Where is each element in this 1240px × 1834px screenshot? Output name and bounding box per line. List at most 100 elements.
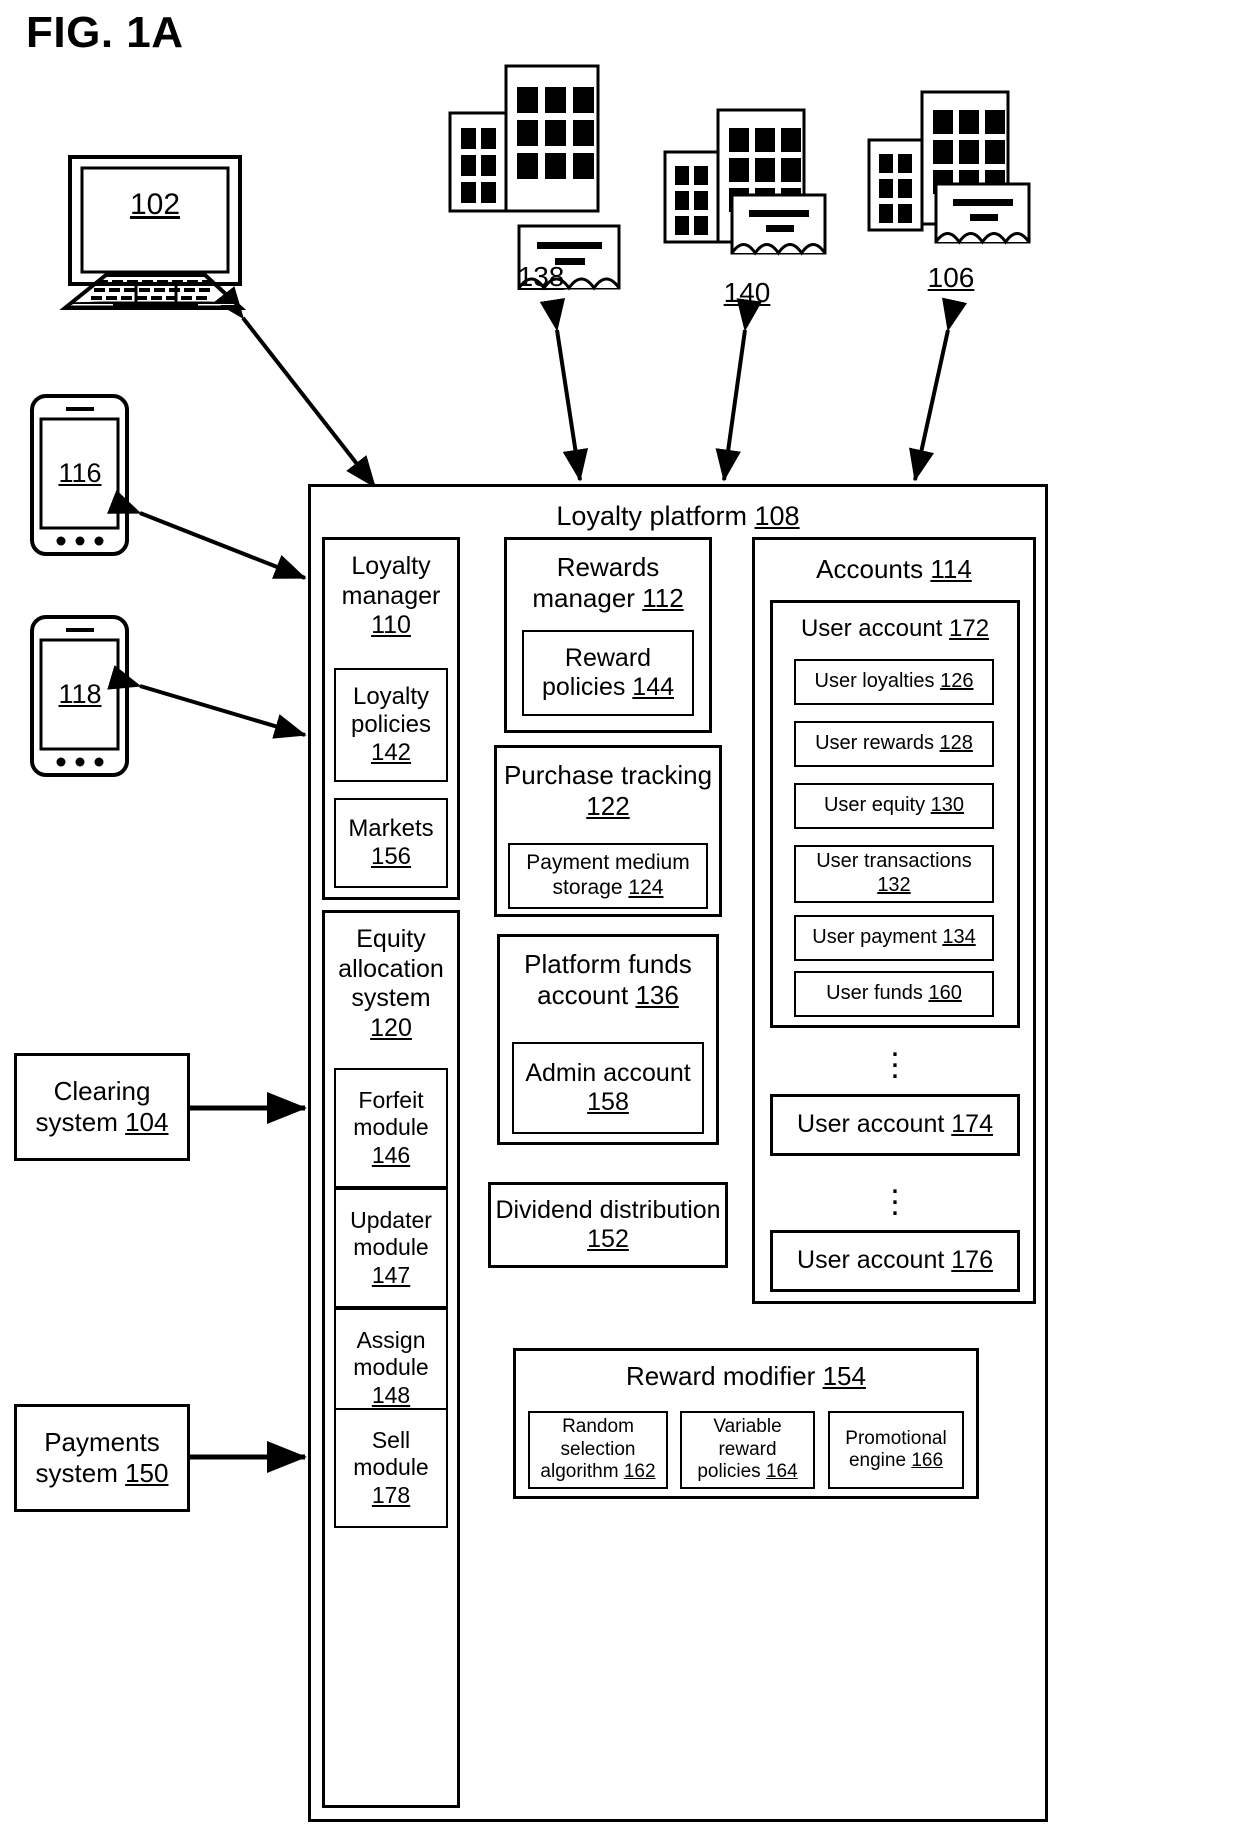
markets-line1: Markets [348,814,434,842]
loyalty-policies-box[interactable]: Loyalty policies 142 [334,668,448,782]
user-payment-box[interactable]: User payment 134 [794,915,994,961]
promotional-engine-ref: 166 [911,1450,944,1471]
user-account-176-title: User account [797,1246,945,1275]
admin-account-box[interactable]: Admin account 158 [512,1042,704,1134]
promotional-engine-box[interactable]: Promotional engine 166 [828,1411,964,1489]
user-funds-ref: 160 [928,982,962,1005]
loyalty-policies-ref: 142 [370,739,412,767]
user-rewards-box[interactable]: User rewards 128 [794,721,994,767]
user-transactions-ref: 132 [877,874,911,896]
purchase-tracking-ref: 122 [586,790,630,821]
user-funds-label: User funds [826,982,923,1005]
loyalty-manager-line2: manager [341,581,441,610]
forfeit-module-box[interactable]: Forfeit module 146 [334,1068,448,1188]
user-payment-ref: 134 [942,926,976,949]
loyalty-platform-ref: 108 [754,501,800,531]
loyalty-manager-ref: 110 [371,611,411,639]
dividend-distribution-box[interactable]: Dividend distribution 152 [488,1182,728,1268]
random-selection-line1: Random [562,1416,634,1438]
payment-medium-storage-line2: storage [552,876,623,899]
sell-module-box[interactable]: Sell module 178 [334,1408,448,1528]
random-selection-algorithm-box[interactable]: Random selection algorithm 162 [528,1411,668,1489]
loyalty-manager-line1: Loyalty [351,552,431,580]
payments-system-label-line1: Payments [44,1427,160,1458]
user-equity-box[interactable]: User equity 130 [794,783,994,829]
sell-module-ref: 178 [371,1481,411,1508]
platform-funds-ref: 136 [635,979,679,1010]
variable-reward-line1: Variable [713,1416,782,1438]
equity-allocation-line2: allocation [338,954,444,983]
accounts-title: Accounts [816,554,924,584]
payments-system-box[interactable]: Payments system 150 [14,1404,190,1512]
user-loyalties-label: User loyalties [814,670,935,693]
updater-module-ref: 147 [371,1261,411,1288]
payment-medium-storage-ref: 124 [628,876,664,899]
variable-reward-line2: reward [718,1438,777,1460]
payment-medium-storage-box[interactable]: Payment medium storage 124 [508,843,708,909]
purchase-tracking-line1: Purchase tracking [503,760,713,790]
sell-module-line2: module [353,1454,429,1481]
user-loyalties-box[interactable]: User loyalties 126 [794,659,994,705]
forfeit-module-line1: Forfeit [358,1087,424,1114]
random-selection-line2: selection [560,1438,636,1460]
user-account-172-ref: 172 [949,615,990,642]
payments-system-ref: 150 [125,1458,169,1488]
reward-policies-box[interactable]: Reward policies 144 [522,630,694,716]
user-rewards-label: User rewards [815,732,934,755]
variable-reward-policies-box[interactable]: Variable reward policies 164 [680,1411,815,1489]
promotional-engine-line2: engine [848,1450,907,1471]
reward-policies-line1: Reward [564,643,652,672]
accounts-ref: 114 [930,554,972,584]
forfeit-module-line2: module [353,1114,429,1141]
phone-118-ref-label: 118 [58,679,102,709]
dividend-distribution-ref: 152 [587,1225,629,1253]
assign-module-line2: module [353,1354,429,1381]
payment-medium-storage-line1: Payment medium [526,851,690,875]
accounts-ellipsis-1: ... [890,1026,900,1086]
user-loyalties-ref: 126 [940,670,974,693]
clearing-system-label-line1: Clearing [53,1076,151,1107]
rewards-manager-ref: 112 [642,582,684,613]
user-transactions-box[interactable]: User transactions 132 [794,845,994,903]
merchant-140-ref-label: 140 [723,277,771,308]
random-selection-line3: algorithm [540,1461,619,1483]
clearing-system-label-line2: system [35,1107,118,1137]
user-account-174-title: User account [797,1110,945,1139]
variable-reward-ref: 164 [765,1461,798,1483]
admin-account-line1: Admin account [525,1058,691,1087]
user-funds-box[interactable]: User funds 160 [794,971,994,1017]
variable-reward-line3: policies [697,1461,761,1483]
user-account-174-ref: 174 [951,1110,993,1139]
clearing-system-box[interactable]: Clearing system 104 [14,1053,190,1161]
markets-ref: 156 [370,843,412,870]
user-transactions-label: User transactions [816,850,972,873]
user-payment-label: User payment [812,926,937,949]
user-equity-ref: 130 [930,794,965,817]
user-equity-label: User equity [823,794,926,817]
updater-module-line1: Updater [350,1207,432,1234]
reward-modifier-title: Reward modifier [626,1361,816,1391]
admin-account-ref: 158 [587,1088,629,1116]
equity-allocation-line3: system [351,984,431,1012]
platform-funds-line1: Platform funds [524,949,692,979]
user-account-176-box[interactable]: User account 176 [770,1230,1020,1292]
figure-title: FIG. 1A [26,8,184,57]
random-selection-ref: 162 [623,1461,656,1483]
promotional-engine-line1: Promotional [845,1427,947,1449]
user-account-176-ref: 176 [951,1246,993,1275]
dividend-distribution-line1: Dividend distribution [495,1195,721,1224]
accounts-ellipsis-2: ... [890,1163,900,1223]
phone-116-ref-label: 116 [58,458,102,488]
merchant-138-ref-label: 138 [517,261,565,292]
reward-policies-ref: 144 [632,673,675,701]
loyalty-policies-line2: policies [350,710,432,738]
user-account-174-box[interactable]: User account 174 [770,1094,1020,1156]
payments-system-label-line2: system [35,1458,118,1488]
assign-module-line1: Assign [356,1327,426,1354]
equity-allocation-ref: 120 [370,1013,412,1042]
updater-module-box[interactable]: Updater module 147 [334,1188,448,1308]
clearing-system-ref: 104 [125,1107,169,1137]
forfeit-module-ref: 146 [371,1141,411,1168]
markets-box[interactable]: Markets 156 [334,798,448,888]
sell-module-line1: Sell [371,1427,411,1454]
